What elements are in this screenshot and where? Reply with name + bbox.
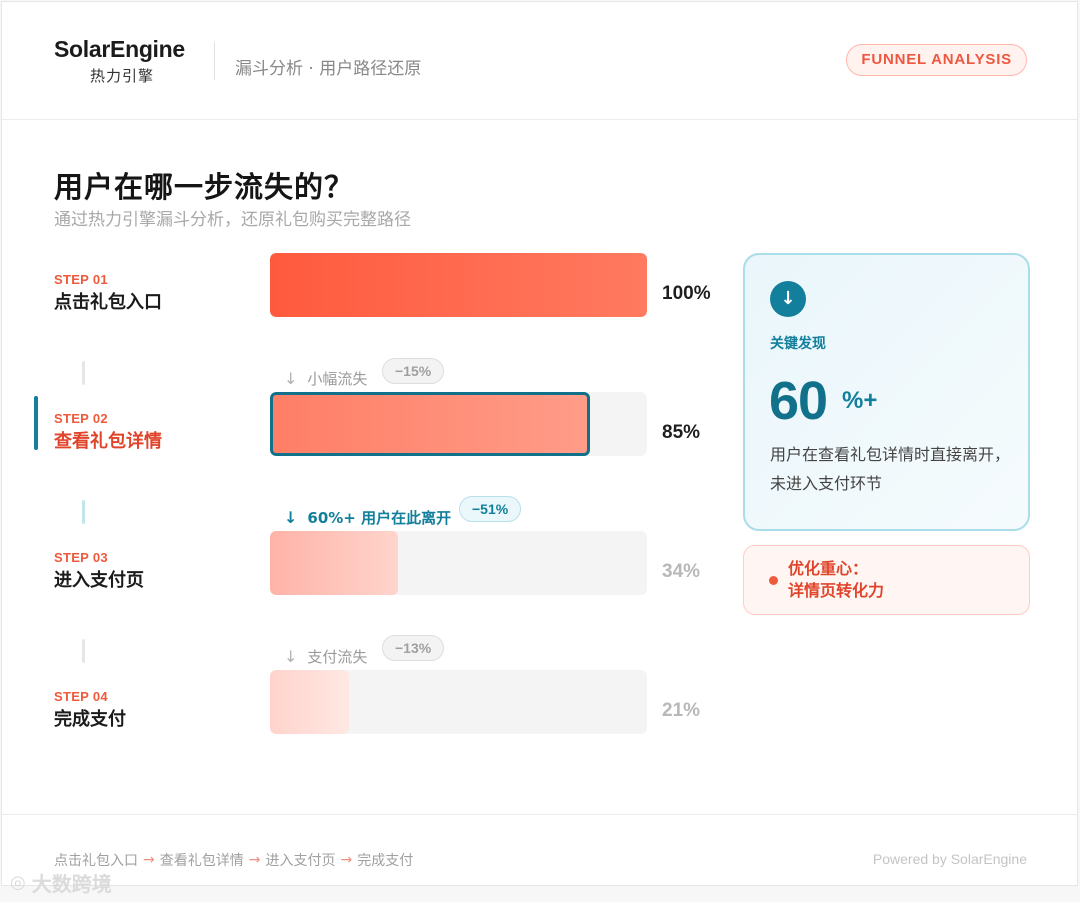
key-finding-label: 关键发现 — [770, 336, 826, 352]
step-03-percent: 34% — [662, 561, 701, 582]
drop-text: 支付流失 — [307, 648, 368, 666]
drop-text: 60%+ 用户在此离开 — [307, 509, 452, 527]
step-02-label: STEP 02 查看礼包详情 — [54, 411, 162, 453]
drop-note-1: ↓ 小幅流失 — [284, 368, 367, 389]
watermark: ◎ 大数跨境 — [10, 868, 112, 897]
step-number: STEP 04 — [54, 689, 108, 704]
step-03-label: STEP 03 进入支付页 — [54, 550, 144, 592]
drop-note-3: ↓ 支付流失 — [284, 646, 367, 667]
step-03-bar — [270, 531, 399, 595]
optimization-focus-text: 优化重心： 详情页转化力 — [788, 558, 884, 602]
page-subtitle: 通过热力引擎漏斗分析，还原礼包购买完整路径 — [54, 210, 411, 230]
arrow-right-icon: → — [143, 852, 155, 868]
page-title: 用户在哪一步流失的？ — [54, 170, 355, 204]
step-04-label: STEP 04 完成支付 — [54, 689, 126, 731]
step-number: STEP 03 — [54, 550, 108, 565]
step-name: 点击礼包入口 — [54, 292, 162, 313]
step-01-label: STEP 01 点击礼包入口 — [54, 272, 162, 314]
footer-path: 点击礼包入口 → 查看礼包详情 → 进入支付页 → 完成支付 — [54, 850, 413, 870]
step-number: STEP 01 — [54, 272, 108, 287]
step-02-track — [270, 392, 647, 456]
funnel-analysis-badge: FUNNEL ANALYSIS — [846, 44, 1027, 76]
step-01-track — [270, 253, 647, 317]
logo-text: SolarEngine — [54, 36, 185, 62]
step-name: 进入支付页 — [54, 570, 144, 591]
key-finding-unit: %+ — [842, 387, 878, 414]
step-02-bar — [270, 392, 591, 456]
arrow-down-icon: ↓ — [770, 281, 806, 317]
active-step-indicator — [34, 396, 38, 450]
header-divider — [214, 42, 215, 80]
step-connector — [82, 361, 85, 385]
drop-note-2: ↓ 60%+ 用户在此离开 — [284, 507, 451, 528]
key-finding-card: ↓ 关键发现 60 %+ 用户在查看礼包详情时直接离开，未进入支付环节 — [743, 253, 1030, 531]
step-01-bar — [270, 253, 647, 317]
drop-rate-badge-1: −15% — [382, 358, 445, 384]
drop-rate-badge-3: −13% — [382, 635, 445, 661]
logo: SolarEngine 热力引擎 — [54, 36, 185, 86]
step-03-track — [270, 531, 647, 595]
footer-path-step: 点击礼包入口 — [54, 853, 138, 869]
logo-subtext: 热力引擎 — [90, 67, 155, 85]
step-name: 查看礼包详情 — [54, 431, 162, 452]
optimization-focus-card: 优化重心： 详情页转化力 — [743, 545, 1030, 615]
footer: 点击礼包入口 → 查看礼包详情 → 进入支付页 → 完成支付 Powered b… — [2, 814, 1077, 887]
arrow-down-icon: ↓ — [284, 369, 298, 388]
arrow-right-icon: → — [340, 852, 353, 868]
watermark-logo-icon: ◎ — [10, 872, 26, 893]
footer-path-step: 进入支付页 — [265, 853, 336, 869]
step-04-percent: 21% — [662, 700, 701, 721]
step-connector — [82, 639, 85, 663]
key-finding-text: 用户在查看礼包详情时直接离开，未进入支付环节 — [770, 445, 1011, 493]
funnel-card: SolarEngine 热力引擎 漏斗分析 · 用户路径还原 FUNNEL AN… — [1, 1, 1078, 886]
focus-line-2: 详情页转化力 — [788, 581, 885, 600]
step-02-percent: 85% — [662, 422, 701, 443]
drop-rate-badge-2: −51% — [459, 496, 522, 522]
step-04-bar — [270, 670, 350, 734]
watermark-text: 大数跨境 — [31, 872, 112, 896]
key-finding-value: 60 — [769, 371, 828, 431]
step-number: STEP 02 — [54, 411, 108, 426]
step-connector — [82, 500, 85, 524]
step-01-percent: 100% — [662, 283, 711, 304]
step-04-track — [270, 670, 647, 734]
bullet-dot-icon — [769, 576, 778, 585]
footer-path-step: 完成支付 — [357, 853, 414, 869]
powered-by: Powered by SolarEngine — [872, 851, 1027, 867]
header-subtitle: 漏斗分析 · 用户路径还原 — [235, 59, 422, 79]
footer-path-step: 查看礼包详情 — [159, 853, 244, 869]
arrow-right-icon: → — [248, 852, 261, 868]
focus-line-1: 优化重心： — [788, 559, 869, 578]
arrow-down-icon: ↓ — [284, 647, 298, 666]
arrow-down-icon: ↓ — [284, 508, 298, 527]
step-name: 完成支付 — [54, 709, 126, 730]
header: SolarEngine 热力引擎 漏斗分析 · 用户路径还原 FUNNEL AN… — [2, 2, 1077, 120]
drop-text: 小幅流失 — [307, 370, 368, 388]
